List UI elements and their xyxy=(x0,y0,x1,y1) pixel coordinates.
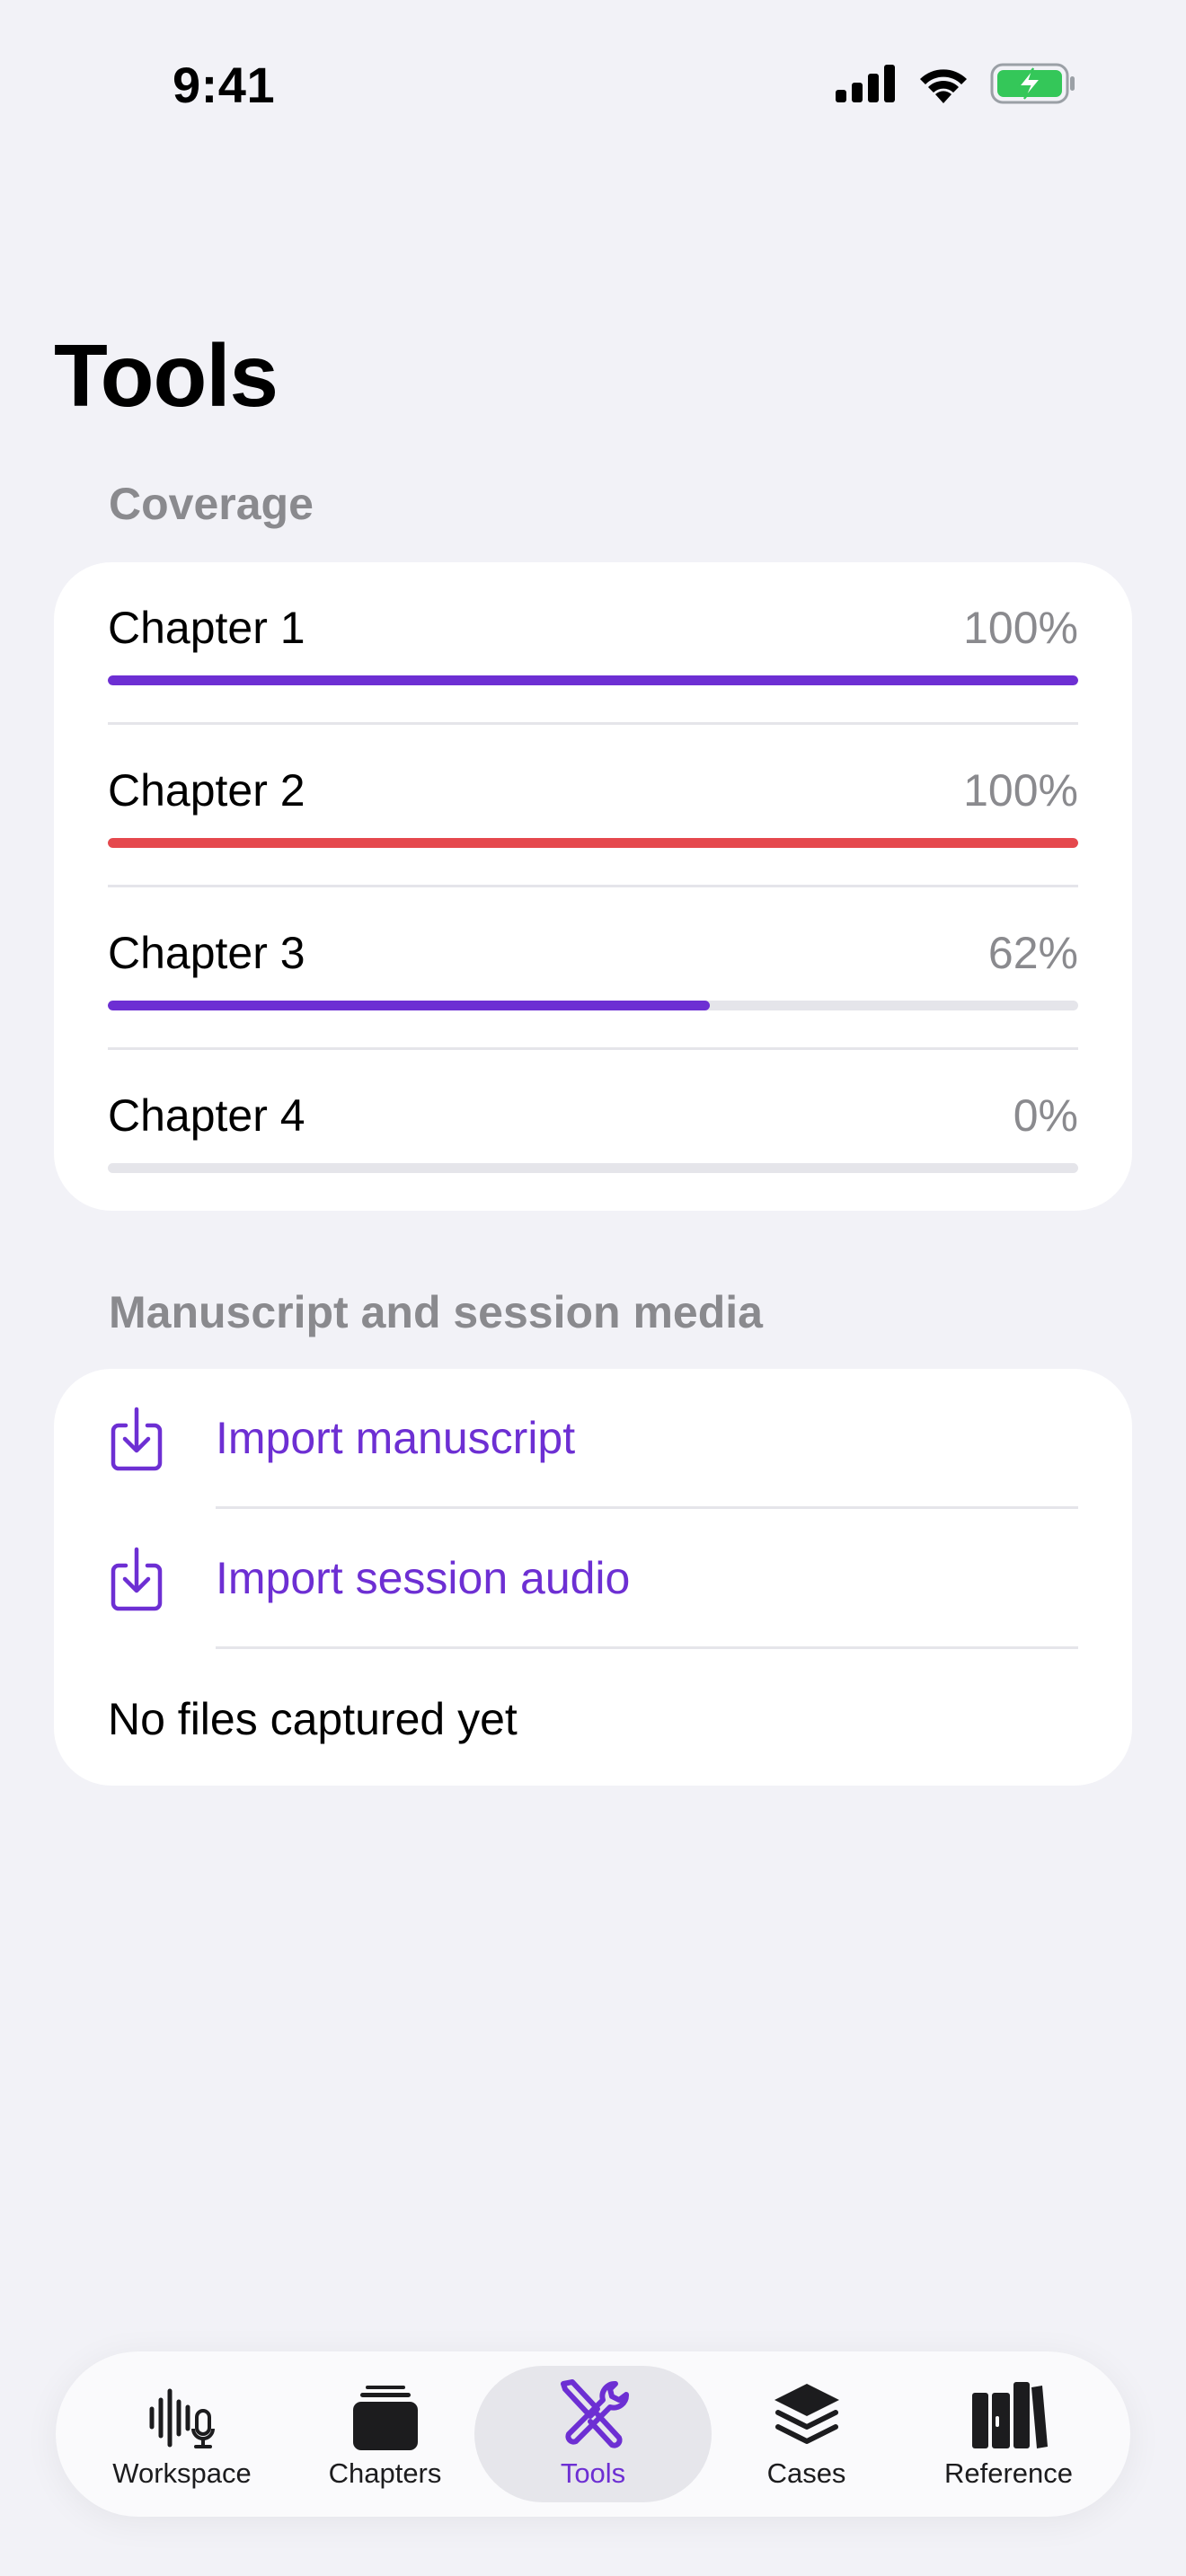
books-icon xyxy=(970,2378,1048,2450)
import-session-audio-button[interactable]: Import session audio xyxy=(54,1509,1132,1649)
tab-tools[interactable]: Tools xyxy=(474,2366,712,2502)
media-section-header: Manuscript and session media xyxy=(109,1287,763,1337)
status-time: 9:41 xyxy=(173,57,276,113)
tab-reference-label: Reference xyxy=(943,2457,1074,2489)
progress-bar xyxy=(108,1001,1078,1010)
import-session-audio-label: Import session audio xyxy=(216,1509,1078,1649)
tab-cases-label: Cases xyxy=(766,2457,846,2489)
import-manuscript-button[interactable]: Import manuscript xyxy=(54,1369,1132,1509)
progress-bar-fill xyxy=(108,1001,710,1010)
chapter-name: Chapter 3 xyxy=(108,928,305,978)
media-status-text: No files captured yet xyxy=(108,1694,518,1744)
coverage-row: Chapter 2 100% xyxy=(108,725,1078,887)
tab-cases[interactable]: Cases xyxy=(705,2366,907,2502)
import-manuscript-label: Import manuscript xyxy=(216,1369,1078,1509)
waveform-mic-icon xyxy=(146,2378,218,2450)
chapter-percent: 0% xyxy=(1013,1090,1078,1141)
coverage-row: Chapter 4 0% xyxy=(108,1050,1078,1211)
tab-bar: Workspace Chapters Tools Cases Reference xyxy=(56,2351,1130,2517)
progress-bar-fill xyxy=(108,675,1078,685)
coverage-card: Chapter 1 100% Chapter 2 100% Chapter 3 62% Ch… xyxy=(54,562,1132,1211)
layers-icon xyxy=(773,2378,841,2450)
wifi-icon xyxy=(920,69,967,103)
tab-workspace[interactable]: Workspace xyxy=(81,2366,283,2502)
coverage-row: Chapter 3 62% xyxy=(108,887,1078,1050)
chapter-percent: 100% xyxy=(963,765,1078,816)
progress-bar xyxy=(108,838,1078,848)
tab-tools-label: Tools xyxy=(560,2457,626,2489)
status-icons xyxy=(836,63,1076,104)
tab-chapters[interactable]: Chapters xyxy=(284,2366,486,2502)
chapter-percent: 100% xyxy=(963,603,1078,653)
media-card: Import manuscript Import session audio N… xyxy=(54,1369,1132,1786)
tray-download-icon xyxy=(108,1546,216,1612)
progress-bar xyxy=(108,1163,1078,1173)
chapter-name: Chapter 2 xyxy=(108,765,305,816)
coverage-section-header: Coverage xyxy=(109,479,314,529)
battery-charging-icon xyxy=(990,63,1075,104)
tab-chapters-label: Chapters xyxy=(328,2457,442,2489)
coverage-row: Chapter 1 100% xyxy=(108,562,1078,725)
chapter-name: Chapter 4 xyxy=(108,1090,305,1141)
chapter-name: Chapter 1 xyxy=(108,603,305,653)
wrench-screwdriver-icon xyxy=(556,2378,630,2450)
cellular-signal-icon xyxy=(836,65,895,102)
stack-cards-icon xyxy=(351,2378,420,2450)
progress-bar-fill xyxy=(108,838,1078,848)
tray-download-icon xyxy=(108,1406,216,1472)
status-bar: 9:41 xyxy=(0,0,1186,171)
tab-reference[interactable]: Reference xyxy=(907,2366,1110,2502)
chapter-percent: 62% xyxy=(987,928,1078,978)
progress-bar xyxy=(108,675,1078,685)
page-title: Tools xyxy=(54,326,279,425)
tab-workspace-label: Workspace xyxy=(112,2457,252,2489)
